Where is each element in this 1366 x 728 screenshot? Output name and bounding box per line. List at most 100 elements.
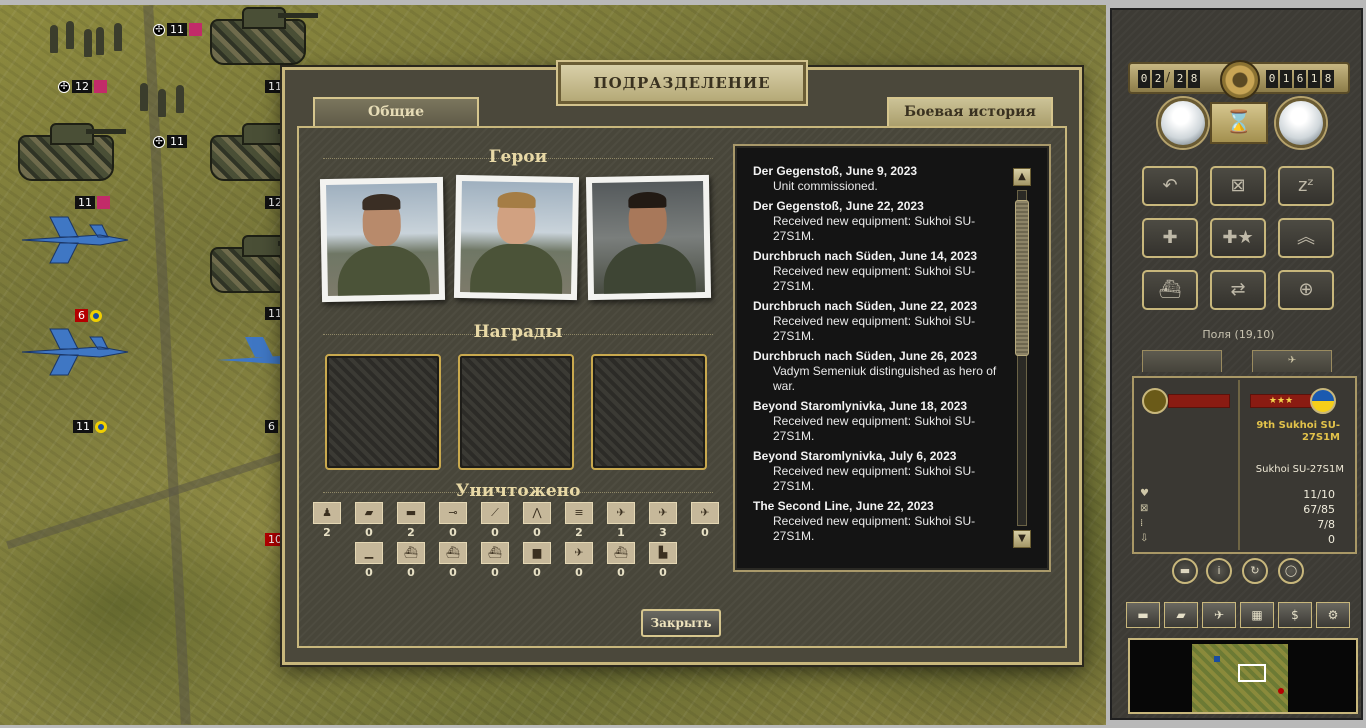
weather-indicator bbox=[1276, 98, 1326, 148]
settings-gear-icon[interactable]: ⚙ bbox=[1316, 602, 1350, 628]
infantry-unit[interactable] bbox=[90, 15, 150, 65]
transport-button[interactable]: ▰ bbox=[1164, 602, 1198, 628]
recon-vehicle-icon: ▬ bbox=[397, 502, 425, 524]
score-digit: 6 bbox=[1294, 70, 1306, 88]
transport-truck-icon: ▆ bbox=[523, 542, 551, 564]
fighter-unit[interactable] bbox=[215, 335, 323, 385]
kill-count: 0 bbox=[407, 566, 415, 579]
kill-count: 0 bbox=[575, 566, 583, 579]
turn-digit: 2 bbox=[1152, 70, 1164, 88]
scroll-up-button[interactable]: ▲ bbox=[1013, 168, 1031, 186]
history-entry: Der Gegenstoß, June 9, 2023 Unit commissi… bbox=[753, 164, 918, 193]
rank-stars-icon: ★★★ bbox=[1250, 394, 1312, 408]
hero-portrait[interactable] bbox=[319, 176, 446, 303]
close-button[interactable]: Закрыть bbox=[641, 609, 721, 637]
award-slot[interactable] bbox=[458, 354, 574, 470]
history-entry: Der Gegenstoß, June 22, 2023 Received new… bbox=[753, 199, 976, 243]
score-digit: 0 bbox=[1266, 70, 1278, 88]
history-entry: The Second Line, June 22, 2023 Received n… bbox=[753, 499, 976, 543]
empty-unit-slot-icon bbox=[1142, 388, 1168, 414]
heroes-title: Герои bbox=[488, 147, 548, 167]
history-entry: Beyond Staromlynivka, July 6, 2023 Receiv… bbox=[753, 449, 976, 493]
award-slot[interactable] bbox=[591, 354, 707, 470]
tab-general[interactable]: Общие bbox=[313, 97, 479, 127]
undo-button[interactable]: ↶ bbox=[1142, 166, 1198, 206]
dialog-title: ПОДРАЗДЕЛЕНИЕ bbox=[558, 62, 806, 104]
kill-count: 2 bbox=[323, 526, 331, 539]
kill-count: 2 bbox=[407, 526, 415, 539]
card-tab-ground[interactable] bbox=[1142, 350, 1222, 372]
road bbox=[6, 448, 294, 550]
history-scrollbar[interactable]: ▲ ▼ bbox=[1013, 168, 1031, 548]
turn-and-score-counter: 0 2 / 2 8 0 1 6 1 8 bbox=[1128, 60, 1350, 100]
minimap-unit-marker bbox=[1278, 688, 1284, 694]
hero-portrait[interactable] bbox=[585, 174, 712, 301]
tank-icon: ▰ bbox=[355, 502, 383, 524]
fighter-unit[interactable] bbox=[20, 215, 130, 265]
kill-count: 0 bbox=[365, 566, 373, 579]
reinforce-button[interactable]: ✚ bbox=[1142, 218, 1198, 258]
card-tab-air[interactable]: ✈ bbox=[1252, 350, 1332, 372]
anti-air-icon: ⋀ bbox=[523, 502, 551, 524]
destroyed-title: Уничтожено bbox=[455, 481, 581, 501]
unit-name: 9th Sukhoi SU-27S1M bbox=[1256, 420, 1340, 443]
mount-transport-button[interactable]: ⇄ bbox=[1210, 270, 1266, 310]
tab-content-panel: Герои Награды Уничтожено ♟ 2 ▰ 0 ▬ 2 ⊸ 0 bbox=[297, 126, 1067, 648]
unit-strength-badge: 11 bbox=[75, 196, 110, 209]
history-entry: Durchbruch nach Süden, June 26, 2023 Vady… bbox=[753, 349, 997, 393]
tab-combat-history[interactable]: Боевая история bbox=[887, 97, 1053, 127]
chat-icon[interactable]: ◯ bbox=[1278, 558, 1304, 584]
cancel-move-button[interactable]: ⊠ bbox=[1210, 166, 1266, 206]
embark-ship-button[interactable]: ⛴ bbox=[1142, 270, 1198, 310]
tank-unit[interactable] bbox=[210, 7, 318, 65]
landing-craft-icon: ⛴ bbox=[607, 542, 635, 564]
unit-info-card: ★★★ 9th Sukhoi SU-27S1M Sukhoi SU-27S1M … bbox=[1132, 376, 1357, 554]
ground-units-button[interactable]: ▬ bbox=[1126, 602, 1160, 628]
unit-strength-badge: 6 bbox=[75, 309, 102, 322]
target-button[interactable]: ⊕ bbox=[1278, 270, 1334, 310]
kill-count: 0 bbox=[701, 526, 709, 539]
hex-coordinates: Поля (19,10) bbox=[1202, 328, 1275, 341]
end-turn-hourglass-button[interactable]: ⌛ bbox=[1210, 102, 1268, 144]
sleep-button[interactable]: zᶻ bbox=[1278, 166, 1334, 206]
scroll-thumb[interactable] bbox=[1015, 200, 1029, 356]
rank-bar bbox=[1168, 394, 1230, 408]
entrench-value: 0 bbox=[1328, 533, 1335, 546]
minimap-viewport[interactable] bbox=[1238, 664, 1266, 682]
kill-count: 1 bbox=[617, 526, 625, 539]
info-icon[interactable]: i bbox=[1206, 558, 1232, 584]
kill-count: 2 bbox=[575, 526, 583, 539]
elite-reinforce-button[interactable]: ✚★ bbox=[1210, 218, 1266, 258]
awards-title: Награды bbox=[473, 322, 563, 342]
strength-value: 11/10 bbox=[1303, 488, 1335, 501]
infantry-unit[interactable] bbox=[130, 75, 190, 125]
minimap-unit-marker bbox=[1214, 656, 1220, 662]
award-slot[interactable] bbox=[325, 354, 441, 470]
battleship-icon: ⛴ bbox=[481, 542, 509, 564]
combat-history-list[interactable]: Der Gegenstoß, June 9, 2023 Unit commissi… bbox=[733, 144, 1051, 572]
fighter-unit[interactable] bbox=[20, 327, 130, 377]
minimap[interactable] bbox=[1128, 638, 1358, 714]
game-screen: ✢ 11 ✢ 12 11 ✢ 11 11 12 6 11 11 6 10 ПОДРАЗ… bbox=[0, 0, 1366, 728]
hero-portrait[interactable] bbox=[453, 174, 580, 301]
history-entry: Beyond Staromlynivka, June 18, 2023 Recei… bbox=[753, 399, 976, 443]
upgrade-button[interactable]: ︽ bbox=[1278, 218, 1334, 258]
rocket-launcher-icon: ≡ bbox=[565, 502, 593, 524]
ammo-value: 7/8 bbox=[1317, 518, 1335, 531]
entrench-icon: ⇩ bbox=[1140, 533, 1149, 544]
purchase-button[interactable]: $ bbox=[1278, 602, 1312, 628]
score-digit: 1 bbox=[1280, 70, 1292, 88]
tank-unit[interactable] bbox=[18, 123, 126, 181]
kill-count: 0 bbox=[533, 566, 541, 579]
cruiser-icon: ⛴ bbox=[439, 542, 467, 564]
grid-toggle-button[interactable]: ▦ bbox=[1240, 602, 1274, 628]
swap-unit-button[interactable]: ↻ bbox=[1242, 558, 1268, 584]
kill-count: 0 bbox=[365, 526, 373, 539]
fuel-icon: ⊠ bbox=[1140, 503, 1149, 514]
kill-count: 0 bbox=[491, 526, 499, 539]
unit-strength-badge: 6 bbox=[265, 420, 278, 433]
kill-count: 0 bbox=[533, 526, 541, 539]
air-units-button[interactable]: ✈ bbox=[1202, 602, 1236, 628]
scroll-down-button[interactable]: ▼ bbox=[1013, 530, 1031, 548]
unit-view-button[interactable]: ▬ bbox=[1172, 558, 1198, 584]
